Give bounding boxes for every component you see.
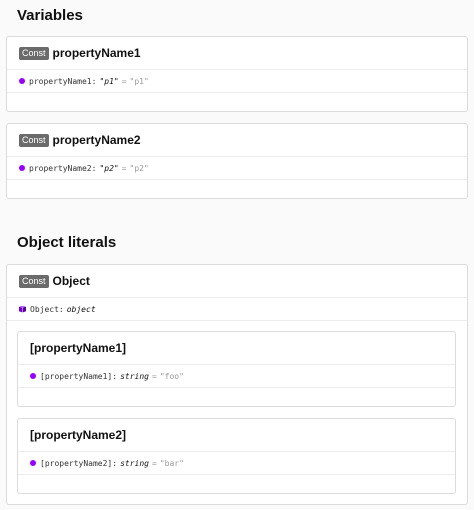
signature-value: "p1" <box>129 76 149 86</box>
signature-name: [propertyName2] <box>40 458 113 468</box>
signature-type: string <box>120 371 149 381</box>
signature-colon: : <box>112 458 118 468</box>
variable-card: Const propertyName2 propertyName2: "p2" … <box>6 123 468 199</box>
section-title-variables: Variables <box>17 7 83 24</box>
card-header: Const Object <box>7 265 467 298</box>
card-header: Const propertyName2 <box>7 124 467 157</box>
signature-row: [propertyName1]: string = "foo" <box>18 365 455 388</box>
signature-value: "bar" <box>159 458 184 468</box>
signature-row: [propertyName2]: string = "bar" <box>18 452 455 475</box>
docs-page: Variables Const propertyName1 propertyNa… <box>0 0 474 510</box>
signature-type: string <box>120 458 149 468</box>
card-title[interactable]: [propertyName2] <box>30 428 126 442</box>
signature-equals: = <box>151 371 157 381</box>
card-header: Const propertyName1 <box>7 37 467 70</box>
property-dot-icon <box>19 165 25 171</box>
signature-row: propertyName2: "p2" = "p2" <box>7 157 467 180</box>
signature-colon: : <box>91 76 97 86</box>
signature-equals: = <box>121 163 127 173</box>
property-dot-icon <box>19 78 25 84</box>
signature-equals: = <box>151 458 157 468</box>
signature-value: "foo" <box>159 371 184 381</box>
const-badge: Const <box>19 274 49 288</box>
signature-name: propertyName2 <box>29 163 92 173</box>
signature-row: propertyName1: "p1" = "p1" <box>7 70 467 93</box>
signature-name: propertyName1 <box>29 76 92 86</box>
section-title-object-literals: Object literals <box>17 234 117 251</box>
signature-type: "p2" <box>99 163 119 173</box>
member-card: [propertyName2] [propertyName2]: string … <box>17 418 456 494</box>
const-badge: Const <box>19 46 49 60</box>
signature-equals: = <box>121 76 127 86</box>
signature-colon: : <box>112 371 118 381</box>
const-badge: Const <box>19 133 49 147</box>
signature-value: "p2" <box>129 163 149 173</box>
signature-colon: : <box>58 304 64 314</box>
card-title[interactable]: Object <box>53 274 90 288</box>
card-title[interactable]: [propertyName1] <box>30 341 126 355</box>
signature-colon: : <box>91 163 97 173</box>
object-cube-icon <box>19 305 26 313</box>
property-dot-icon <box>30 460 36 466</box>
signature-type: object <box>66 304 96 314</box>
signature-row: Object: object <box>7 298 467 321</box>
property-dot-icon <box>30 373 36 379</box>
signature-type: "p1" <box>99 76 119 86</box>
card-title[interactable]: propertyName2 <box>53 133 141 147</box>
signature-name: Object <box>30 304 59 314</box>
member-card: [propertyName1] [propertyName1]: string … <box>17 331 456 407</box>
card-title[interactable]: propertyName1 <box>53 46 141 60</box>
signature-name: [propertyName1] <box>40 371 113 381</box>
card-header: [propertyName2] <box>18 419 455 452</box>
variable-card: Const propertyName1 propertyName1: "p1" … <box>6 36 468 112</box>
card-header: [propertyName1] <box>18 332 455 365</box>
